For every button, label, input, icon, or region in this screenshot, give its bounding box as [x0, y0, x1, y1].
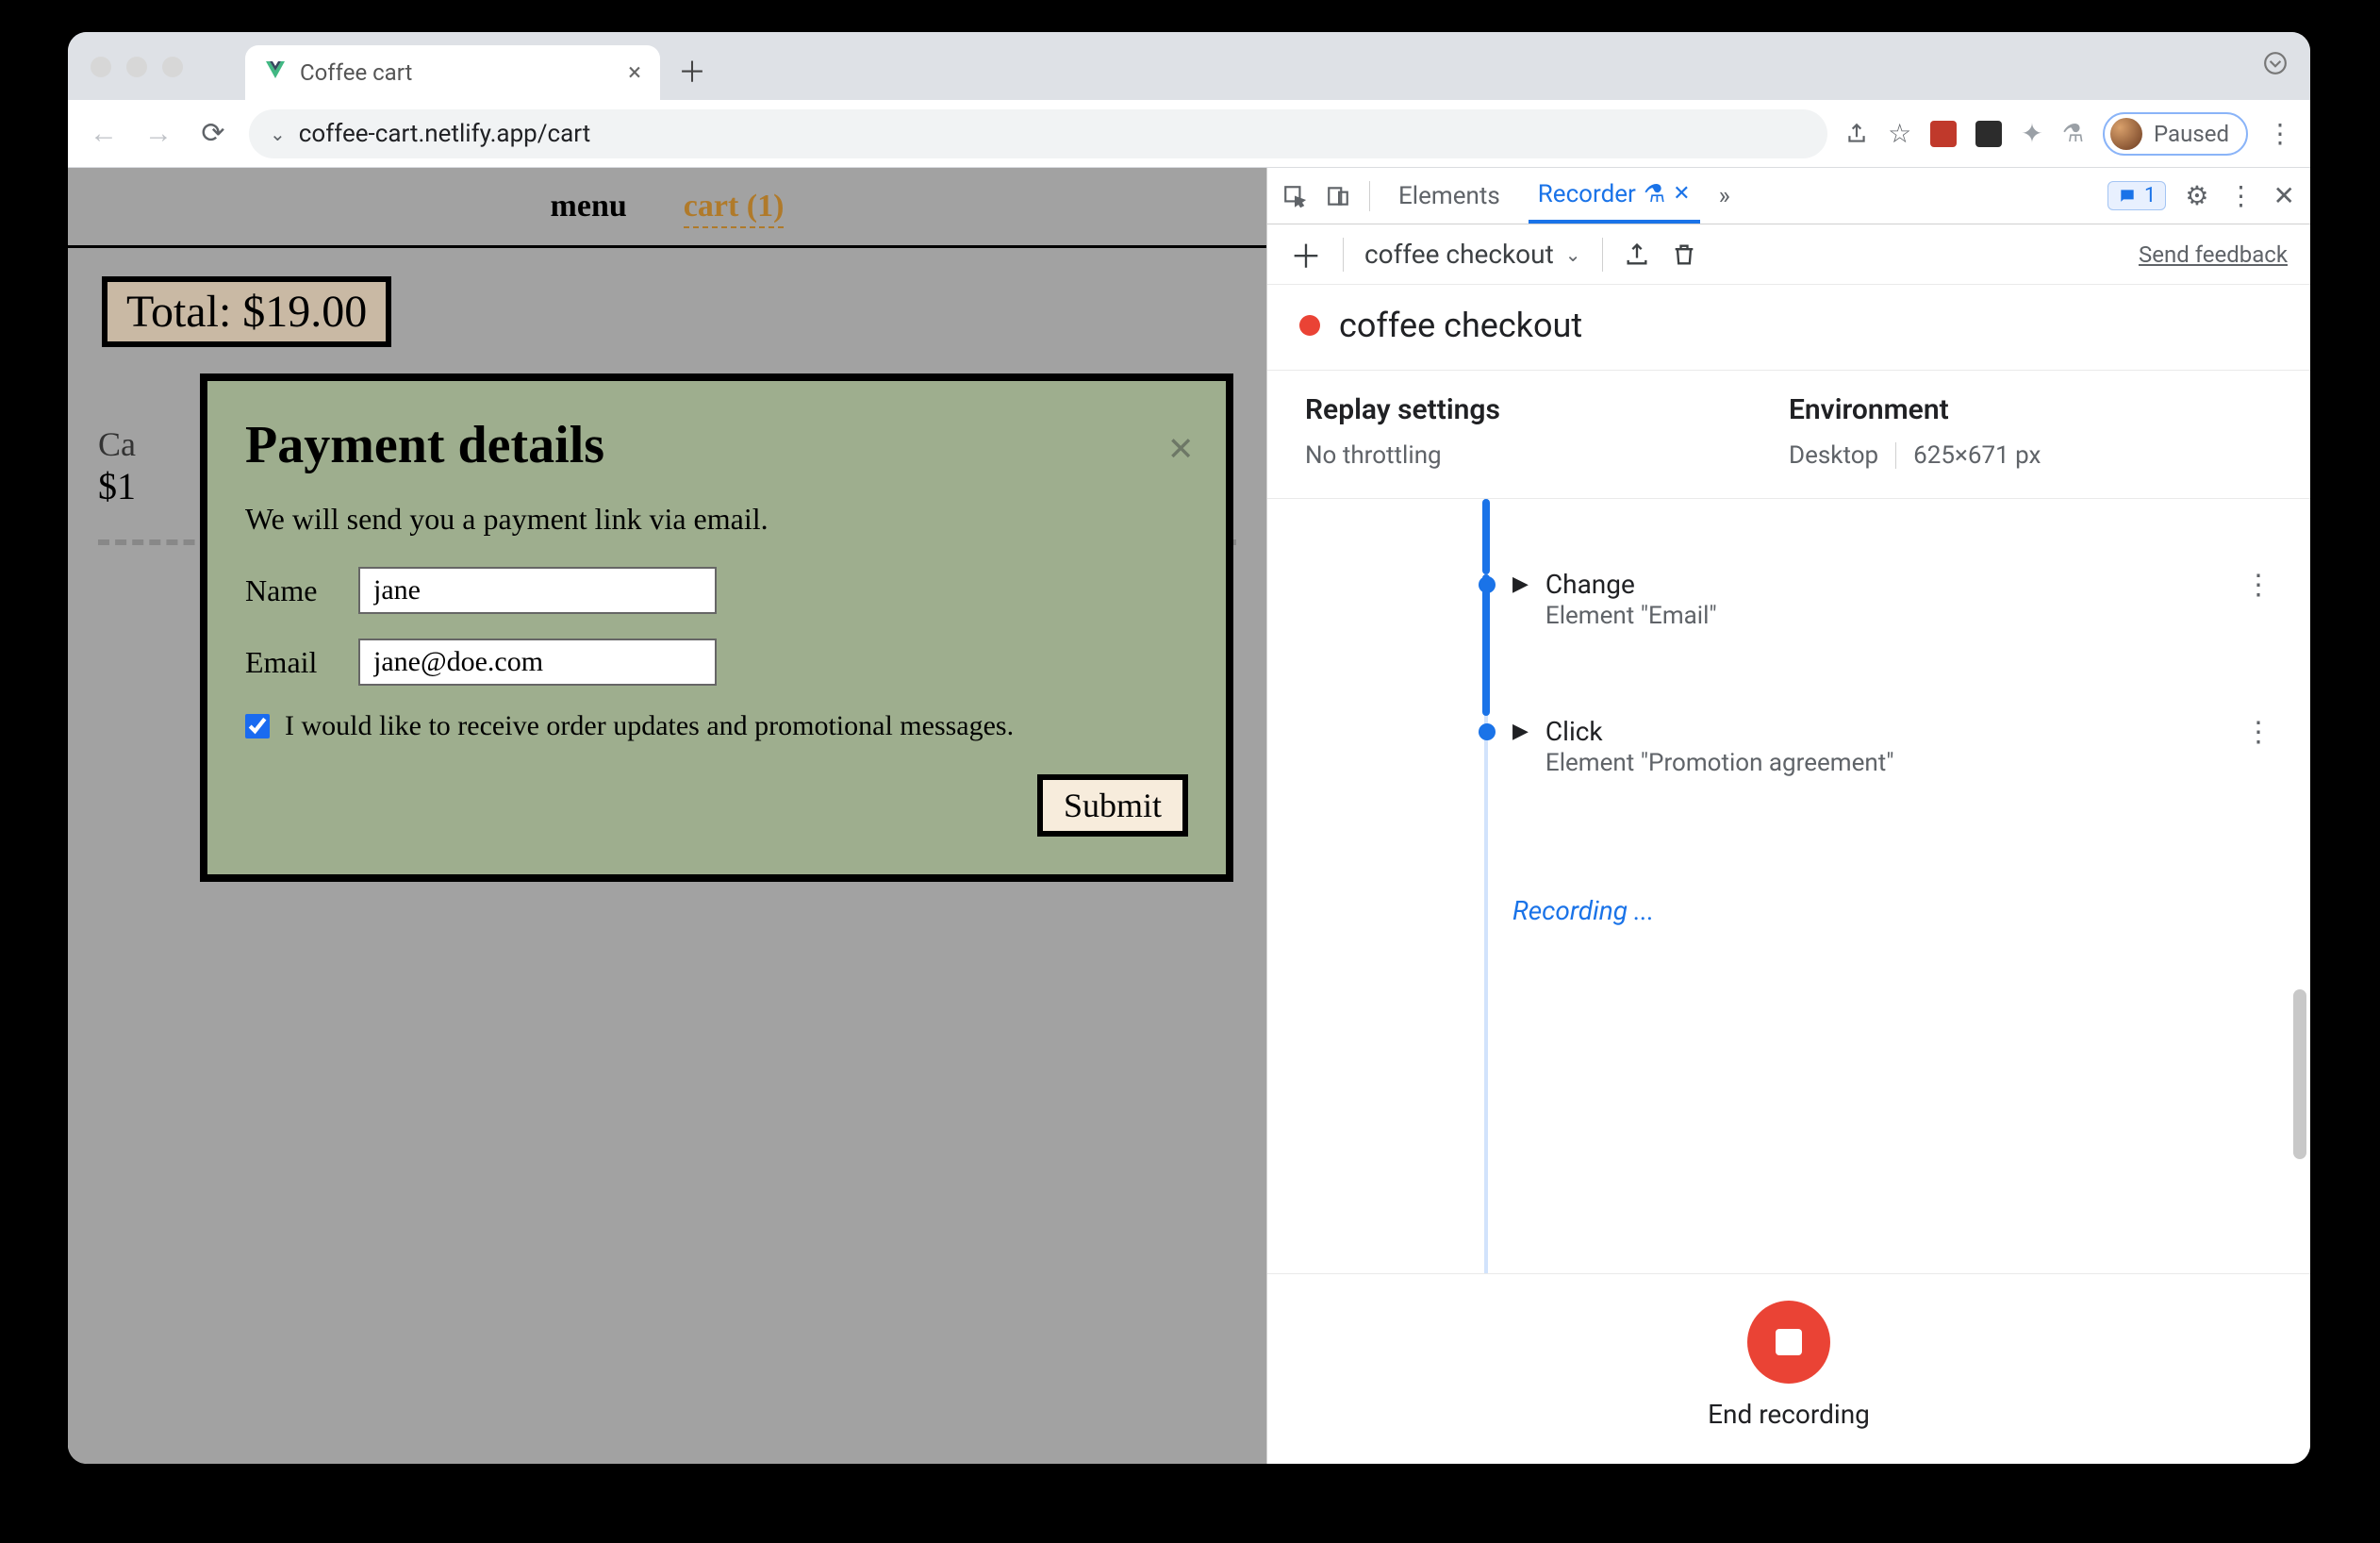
back-button[interactable]: ←: [85, 115, 123, 153]
step-title: Click: [1545, 716, 2227, 747]
step-menu-icon[interactable]: ⋮: [2244, 569, 2273, 630]
name-label: Name: [245, 573, 336, 608]
flask-icon: ⚗: [1644, 180, 1665, 208]
devtools-close-icon[interactable]: ✕: [2273, 180, 2295, 211]
browser-toolbar: ← → ⟳ ⌄ coffee-cart.netlify.app/cart ☆ ✦…: [68, 100, 2310, 168]
address-bar[interactable]: ⌄ coffee-cart.netlify.app/cart: [249, 109, 1827, 158]
promo-label: I would like to receive order updates an…: [285, 710, 1014, 742]
throttling-value[interactable]: No throttling: [1305, 441, 1789, 470]
new-tab-button[interactable]: ＋: [673, 51, 711, 89]
reload-button[interactable]: ⟳: [194, 115, 232, 153]
issues-count: 1: [2144, 184, 2156, 207]
timeline-step[interactable]: ▶ Change Element "Email" ⋮: [1465, 569, 2273, 630]
paused-label: Paused: [2154, 121, 2229, 147]
step-subtitle: Element "Email": [1545, 602, 2227, 630]
expand-arrow-icon[interactable]: ▶: [1512, 572, 1529, 630]
payment-modal: × Payment details We will send you a pay…: [200, 373, 1233, 882]
browser-tab[interactable]: Coffee cart ×: [245, 45, 660, 100]
email-field[interactable]: [358, 639, 717, 686]
site-info-icon[interactable]: ⌄: [270, 123, 286, 145]
scrollbar[interactable]: [2293, 989, 2306, 1159]
end-recording-button[interactable]: [1747, 1301, 1830, 1384]
minimize-window-icon[interactable]: [126, 57, 147, 77]
page-viewport: menu cart (1) Total: $19.00 Ca $1 x 00: [68, 168, 1267, 1464]
email-label: Email: [245, 645, 336, 680]
recorder-toolbar: ＋ coffee checkout ⌄ Send feedback: [1267, 224, 2310, 285]
devtools-panel: Elements Recorder ⚗ ✕ » 1 ⚙ ⋮ ✕: [1267, 168, 2310, 1464]
recording-indicator-icon: [1299, 315, 1320, 336]
tab-close-icon[interactable]: ✕: [1673, 182, 1690, 206]
profile-paused-pill[interactable]: Paused: [2103, 112, 2248, 156]
share-icon[interactable]: [1844, 122, 1869, 146]
bookmark-icon[interactable]: ☆: [1888, 118, 1911, 149]
extensions-icon[interactable]: ✦: [2021, 118, 2042, 149]
environment-device: Desktop: [1789, 441, 1878, 470]
maximize-window-icon[interactable]: [162, 57, 183, 77]
overflow-tabs-icon[interactable]: »: [1719, 182, 1730, 210]
recording-header: coffee checkout: [1267, 285, 2310, 371]
step-menu-icon[interactable]: ⋮: [2244, 716, 2273, 777]
delete-icon[interactable]: [1671, 241, 1697, 268]
vue-icon: [264, 58, 287, 87]
chrome-menu-icon[interactable]: ⋮: [2267, 118, 2293, 149]
labs-icon[interactable]: ⚗: [2062, 120, 2084, 148]
recorder-timeline: ▶ Change Element "Email" ⋮ ▶ Click Eleme…: [1267, 499, 2310, 1273]
site-nav: menu cart (1): [68, 168, 1266, 248]
extension-icon-1[interactable]: [1930, 121, 1957, 147]
step-node-icon: [1479, 723, 1496, 740]
nav-menu-link[interactable]: menu: [551, 189, 627, 228]
chevron-down-icon: ⌄: [1565, 243, 1581, 266]
recording-selector[interactable]: coffee checkout ⌄: [1364, 239, 1581, 270]
end-recording-section: End recording: [1267, 1273, 2310, 1464]
replay-settings-label: Replay settings: [1305, 393, 1789, 426]
tab-elements[interactable]: Elements: [1389, 168, 1510, 224]
devtools-tab-bar: Elements Recorder ⚗ ✕ » 1 ⚙ ⋮ ✕: [1267, 168, 2310, 224]
tab-strip: Coffee cart × ＋: [68, 32, 2310, 100]
new-recording-button[interactable]: ＋: [1290, 231, 1322, 277]
tab-close-icon[interactable]: ×: [628, 58, 641, 87]
extension-icon-2[interactable]: [1975, 121, 2002, 147]
environment-size: 625×671 px: [1913, 441, 2041, 470]
browser-window: Coffee cart × ＋ ← → ⟳ ⌄ coffee-cart.netl…: [68, 32, 2310, 1464]
send-feedback-link[interactable]: Send feedback: [2139, 241, 2288, 268]
tab-menu-icon[interactable]: [2263, 51, 2288, 75]
close-window-icon[interactable]: [91, 57, 111, 77]
recording-status-text: Recording ...: [1512, 895, 1654, 926]
timeline-step[interactable]: ▶ Click Element "Promotion agreement" ⋮: [1465, 716, 2273, 777]
tab-recorder[interactable]: Recorder ⚗ ✕: [1529, 168, 1700, 224]
promo-checkbox[interactable]: [245, 714, 270, 738]
step-node-icon: [1479, 576, 1496, 593]
window-controls: [91, 57, 183, 77]
settings-icon[interactable]: ⚙: [2185, 180, 2208, 211]
modal-title: Payment details: [245, 415, 1188, 475]
recording-title: coffee checkout: [1339, 306, 1582, 345]
environment-label: Environment: [1789, 393, 2273, 426]
devtools-menu-icon[interactable]: ⋮: [2228, 180, 2255, 211]
device-toolbar-icon[interactable]: [1326, 184, 1350, 208]
issues-indicator[interactable]: 1: [2107, 181, 2166, 210]
export-icon[interactable]: [1624, 241, 1650, 268]
tab-title: Coffee cart: [300, 59, 412, 86]
stop-icon: [1776, 1329, 1802, 1355]
inspect-element-icon[interactable]: [1282, 184, 1307, 208]
forward-button[interactable]: →: [140, 115, 177, 153]
recording-name: coffee checkout: [1364, 239, 1554, 270]
modal-close-icon[interactable]: ×: [1168, 423, 1194, 474]
recorder-settings: Replay settings No throttling Environmen…: [1267, 371, 2310, 499]
end-recording-label: End recording: [1708, 1399, 1870, 1430]
step-subtitle: Element "Promotion agreement": [1545, 749, 2227, 777]
modal-message: We will send you a payment link via emai…: [245, 502, 1188, 537]
name-field[interactable]: [358, 567, 717, 614]
avatar: [2110, 118, 2142, 150]
step-title: Change: [1545, 569, 2227, 600]
cart-total[interactable]: Total: $19.00: [102, 276, 391, 347]
expand-arrow-icon[interactable]: ▶: [1512, 720, 1529, 777]
submit-button[interactable]: Submit: [1037, 774, 1188, 837]
nav-cart-link[interactable]: cart (1): [684, 189, 785, 228]
url-text: coffee-cart.netlify.app/cart: [299, 120, 590, 148]
